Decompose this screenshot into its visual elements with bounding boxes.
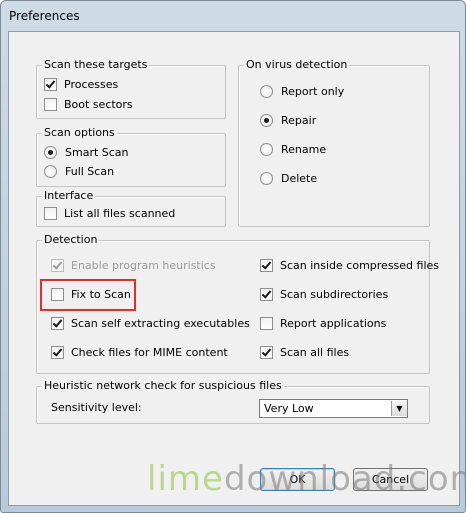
radio-smart-scan[interactable]: Smart Scan (44, 144, 129, 160)
boot-sectors-checkbox-box[interactable] (44, 97, 57, 111)
on-virus-detection-group: On virus detection Report only Repair Re… (238, 58, 430, 227)
radio-label: Smart Scan (65, 145, 129, 159)
checkbox-scan-inside-compressed[interactable]: Scan inside compressed files (260, 257, 439, 273)
ok-button[interactable]: OK (260, 468, 335, 491)
cancel-button-label: Cancel (371, 473, 410, 486)
chevron-down-icon[interactable]: ▼ (391, 401, 407, 416)
enable-heuristics-checkbox-box[interactable] (51, 258, 64, 272)
list-all-files-checkbox-box[interactable] (44, 206, 57, 220)
scan-all-files-checkbox-box[interactable] (260, 345, 273, 359)
sensitivity-level-label: Sensitivity level: (51, 401, 142, 414)
radio-report-only[interactable]: Report only (260, 83, 344, 99)
checkbox-processes[interactable]: Processes (44, 76, 118, 92)
title-bar[interactable]: Preferences (1, 1, 465, 31)
smart-scan-radio[interactable] (44, 145, 57, 159)
checkbox-scan-self-extracting[interactable]: Scan self extracting executables (51, 315, 250, 331)
radio-label: Repair (281, 113, 317, 127)
on-virus-detection-legend: On virus detection (244, 58, 350, 71)
check-mime-checkbox-box[interactable] (51, 345, 64, 359)
checkbox-label: Scan subdirectories (280, 287, 389, 301)
checkbox-list-all-files[interactable]: List all files scanned (44, 205, 175, 221)
checkbox-label: Report applications (280, 316, 387, 330)
checkbox-label: Check files for MIME content (71, 345, 228, 359)
checkbox-scan-all-files[interactable]: Scan all files (260, 344, 349, 360)
fix-to-scan-checkbox-box[interactable] (51, 287, 64, 301)
preferences-window: Preferences Scan these targets Processes… (0, 0, 466, 513)
heuristic-network-group: Heuristic network check for suspicious f… (36, 379, 430, 424)
full-scan-radio[interactable] (44, 164, 57, 178)
checkbox-label: Processes (64, 77, 119, 91)
checkbox-label: Scan all files (280, 345, 350, 359)
detection-group: Detection Enable program heuristics Fix … (36, 233, 439, 374)
scan-subdirectories-checkbox-box[interactable] (260, 287, 273, 301)
checkbox-label: Scan inside compressed files (280, 258, 440, 272)
rename-radio[interactable] (260, 142, 273, 156)
radio-label: Rename (281, 142, 327, 156)
scan-self-extracting-checkbox-box[interactable] (51, 316, 64, 330)
checkbox-label: Enable program heuristics (71, 258, 216, 272)
radio-label: Delete (281, 171, 318, 185)
radio-label: Report only (281, 84, 345, 98)
checkbox-report-applications[interactable]: Report applications (260, 315, 386, 331)
report-only-radio[interactable] (260, 84, 273, 98)
checkbox-check-mime[interactable]: Check files for MIME content (51, 344, 228, 360)
interface-group: Interface List all files scanned (36, 189, 226, 227)
delete-radio[interactable] (260, 171, 273, 185)
ok-button-label: OK (289, 473, 306, 486)
radio-full-scan[interactable]: Full Scan (44, 163, 114, 179)
sensitivity-level-value: Very Low (264, 402, 314, 415)
report-applications-checkbox-box[interactable] (260, 316, 273, 330)
checkbox-label: Scan self extracting executables (71, 316, 250, 330)
radio-repair[interactable]: Repair (260, 112, 316, 128)
checkbox-enable-program-heuristics[interactable]: Enable program heuristics (51, 257, 216, 273)
checkbox-label: Boot sectors (64, 97, 133, 111)
checkbox-label: Fix to Scan (71, 287, 131, 301)
radio-delete[interactable]: Delete (260, 170, 317, 186)
interface-legend: Interface (42, 189, 96, 202)
radio-label: Full Scan (65, 164, 115, 178)
window-title: Preferences (9, 9, 80, 23)
scan-targets-legend: Scan these targets (42, 58, 150, 71)
dialog-client-area: Scan these targets Processes Boot sector… (8, 31, 460, 506)
detection-legend: Detection (42, 233, 100, 246)
scan-options-group: Scan options Smart Scan Full Scan (36, 126, 226, 187)
checkbox-label: List all files scanned (64, 206, 176, 220)
scan-targets-group: Scan these targets Processes Boot sector… (36, 58, 226, 119)
cancel-button[interactable]: Cancel (353, 468, 428, 491)
radio-rename[interactable]: Rename (260, 141, 326, 157)
heuristic-network-legend: Heuristic network check for suspicious f… (42, 379, 284, 392)
sensitivity-level-select[interactable]: Very Low ▼ (259, 399, 408, 418)
scan-options-legend: Scan options (42, 126, 117, 139)
processes-checkbox-box[interactable] (44, 77, 57, 91)
checkbox-boot-sectors[interactable]: Boot sectors (44, 96, 133, 112)
checkbox-fix-to-scan[interactable]: Fix to Scan (51, 286, 131, 302)
scan-compressed-checkbox-box[interactable] (260, 258, 273, 272)
checkbox-scan-subdirectories[interactable]: Scan subdirectories (260, 286, 388, 302)
repair-radio[interactable] (260, 113, 273, 127)
